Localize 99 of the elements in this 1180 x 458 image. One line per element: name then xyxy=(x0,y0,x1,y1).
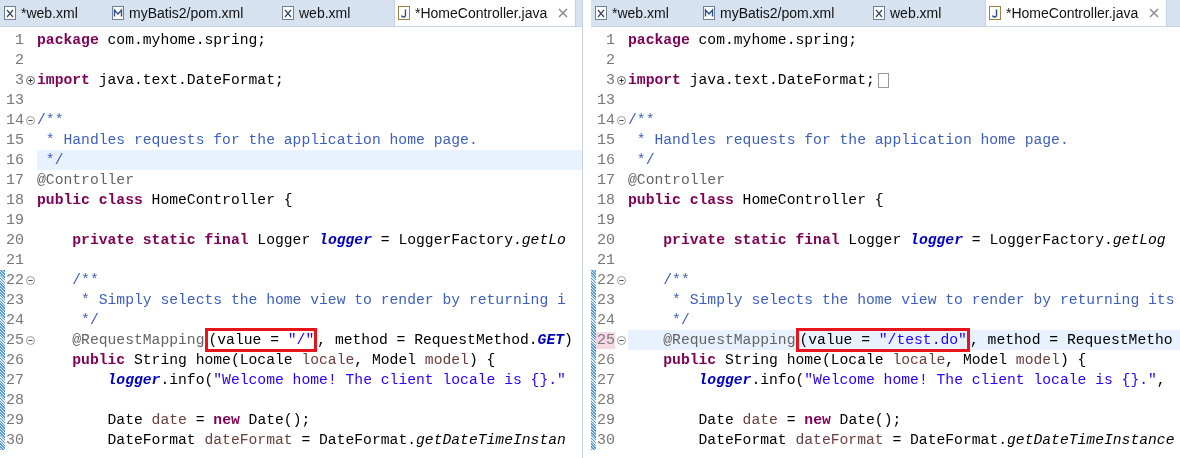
line-number: 25 xyxy=(596,331,615,349)
line-number: 21 xyxy=(596,251,615,269)
line-number: 20 xyxy=(596,231,615,249)
line-number: 16 xyxy=(596,151,615,169)
line-number: 20 xyxy=(5,231,24,249)
line-number: 24 xyxy=(596,311,615,329)
close-icon[interactable] xyxy=(1149,8,1160,18)
maven-file-icon xyxy=(703,6,715,20)
collapse-icon[interactable] xyxy=(616,335,626,345)
code-line: * Simply selects the home view to render by returning its xyxy=(671,292,1175,308)
code-line: */ xyxy=(671,312,690,328)
code-line: public String home(Locale locale, Model model) { xyxy=(71,352,496,368)
java-file-icon xyxy=(989,6,1001,20)
xml-file-icon xyxy=(595,6,607,20)
line-number: 26 xyxy=(5,351,24,369)
collapse-icon[interactable] xyxy=(616,115,626,125)
code-line: */ xyxy=(80,312,99,328)
line-number: 22 xyxy=(5,271,24,289)
line-number: 13 xyxy=(596,91,615,109)
line-number: 27 xyxy=(596,371,615,389)
code-line: package com.myhome.spring; xyxy=(628,32,858,48)
line-number: 18 xyxy=(596,191,615,209)
line-number: 30 xyxy=(5,431,24,449)
xml-file-icon xyxy=(4,6,16,20)
collapse-icon[interactable] xyxy=(25,115,35,125)
line-number: 2 xyxy=(605,51,615,69)
code-line: package com.myhome.spring; xyxy=(37,32,267,48)
line-number: 2 xyxy=(14,51,24,69)
line-number: 13 xyxy=(5,91,24,109)
line-number: 21 xyxy=(5,251,24,269)
code-line: logger.info("Welcome home! The client locale is {}." xyxy=(106,372,566,388)
code-line: @Controller xyxy=(628,172,725,188)
code-line: * Handles requests for the application home page. xyxy=(635,132,1069,148)
editor-tab[interactable]: web.xml xyxy=(869,0,985,26)
code-line: /** xyxy=(628,112,655,128)
close-icon[interactable] xyxy=(558,8,569,18)
editor-tab[interactable]: *HomeController.java xyxy=(394,0,577,26)
line-number: 19 xyxy=(5,211,24,229)
collapse-icon[interactable] xyxy=(25,335,35,345)
code-line: private static final Logger logger = LoggerFactory.getLog xyxy=(662,232,1166,248)
editor-tab[interactable]: *web.xml xyxy=(0,0,108,26)
editor-tab[interactable]: *web.xml xyxy=(591,0,699,26)
line-number: 23 xyxy=(596,291,615,309)
code-line: DateFormat dateFormat = DateFormat.getDateTimeInstan xyxy=(106,432,566,448)
line-number: 17 xyxy=(5,171,24,189)
line-number: 16 xyxy=(5,151,24,169)
java-file-icon xyxy=(398,6,410,20)
line-number: 24 xyxy=(5,311,24,329)
line-number: 27 xyxy=(5,371,24,389)
line-number: 17 xyxy=(596,171,615,189)
line-number: 23 xyxy=(5,291,24,309)
maven-file-icon xyxy=(112,6,124,20)
line-number: 28 xyxy=(596,391,615,409)
line-number: 29 xyxy=(5,411,24,429)
expand-icon[interactable] xyxy=(616,75,626,85)
code-line: public class HomeController { xyxy=(37,192,293,208)
code-line: * Handles requests for the application home page. xyxy=(44,132,478,148)
line-number: 15 xyxy=(596,131,615,149)
editor-tab[interactable]: *HomeController.java xyxy=(985,0,1168,26)
code-line: private static final Logger logger = LoggerFactory.getLo xyxy=(71,232,566,248)
code-line: public class HomeController { xyxy=(628,192,884,208)
code-line: /** xyxy=(662,272,690,288)
code-line: @Controller xyxy=(37,172,134,188)
editor-tab[interactable]: myBatis2/pom.xml xyxy=(699,0,869,26)
collapse-icon[interactable] xyxy=(25,275,35,285)
code-line: */ xyxy=(44,152,64,168)
code-line: */ xyxy=(635,152,655,168)
code-line: DateFormat dateFormat = DateFormat.getDateTimeInstance xyxy=(697,432,1175,448)
line-number: 3 xyxy=(14,71,24,89)
line-number: 14 xyxy=(5,111,24,129)
line-number: 1 xyxy=(14,31,24,49)
xml-file-icon xyxy=(873,6,885,20)
code-line: * Simply selects the home view to render by returning i xyxy=(80,292,566,308)
line-number: 1 xyxy=(605,31,615,49)
editor-tab[interactable]: web.xml xyxy=(278,0,394,26)
line-number: 3 xyxy=(605,71,615,89)
code-line: Date date = new Date(); xyxy=(697,412,902,428)
line-number: 29 xyxy=(596,411,615,429)
code-line: /** xyxy=(71,272,99,288)
xml-file-icon xyxy=(282,6,294,20)
folded-code-icon[interactable] xyxy=(877,72,889,88)
line-number: 28 xyxy=(5,391,24,409)
code-line: import java.text.DateFormat; xyxy=(37,72,284,88)
code-line: public String home(Locale locale, Model model) { xyxy=(662,352,1087,368)
collapse-icon[interactable] xyxy=(616,275,626,285)
line-number: 18 xyxy=(5,191,24,209)
expand-icon[interactable] xyxy=(25,75,35,85)
code-line: /** xyxy=(37,112,64,128)
code-line: Date date = new Date(); xyxy=(106,412,311,428)
line-number: 14 xyxy=(596,111,615,129)
line-number: 26 xyxy=(596,351,615,369)
code-line: logger.info("Welcome home! The client locale is {}.", xyxy=(697,372,1166,388)
code-line: import java.text.DateFormat; xyxy=(628,72,875,88)
line-number: 22 xyxy=(596,271,615,289)
line-number: 30 xyxy=(596,431,615,449)
line-number: 19 xyxy=(596,211,615,229)
line-number: 15 xyxy=(5,131,24,149)
line-number: 25 xyxy=(5,331,24,349)
editor-tab[interactable]: myBatis2/pom.xml xyxy=(108,0,278,26)
